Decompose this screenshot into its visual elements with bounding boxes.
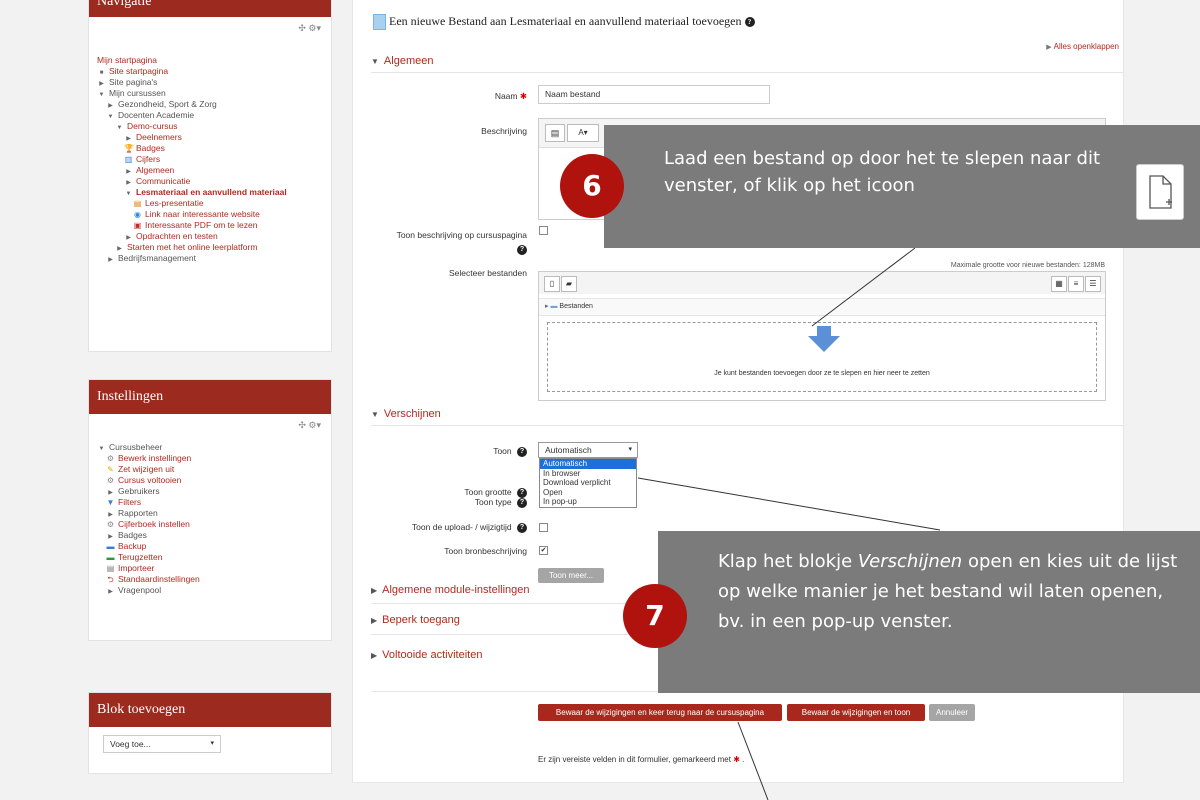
callout-7-text: Klap het blokje Verschijnen open en kies…: [718, 551, 1178, 632]
callout-7-badge: 7: [623, 584, 687, 648]
add-file-icon: [1136, 164, 1184, 220]
callout-6: Laad een bestand op door het te slepen n…: [604, 125, 1200, 248]
callout-6-badge: 6: [560, 154, 624, 218]
callout-7: Klap het blokje Verschijnen open en kies…: [658, 531, 1200, 693]
callout-6-text: Laad een bestand op door het te slepen n…: [664, 148, 1101, 196]
